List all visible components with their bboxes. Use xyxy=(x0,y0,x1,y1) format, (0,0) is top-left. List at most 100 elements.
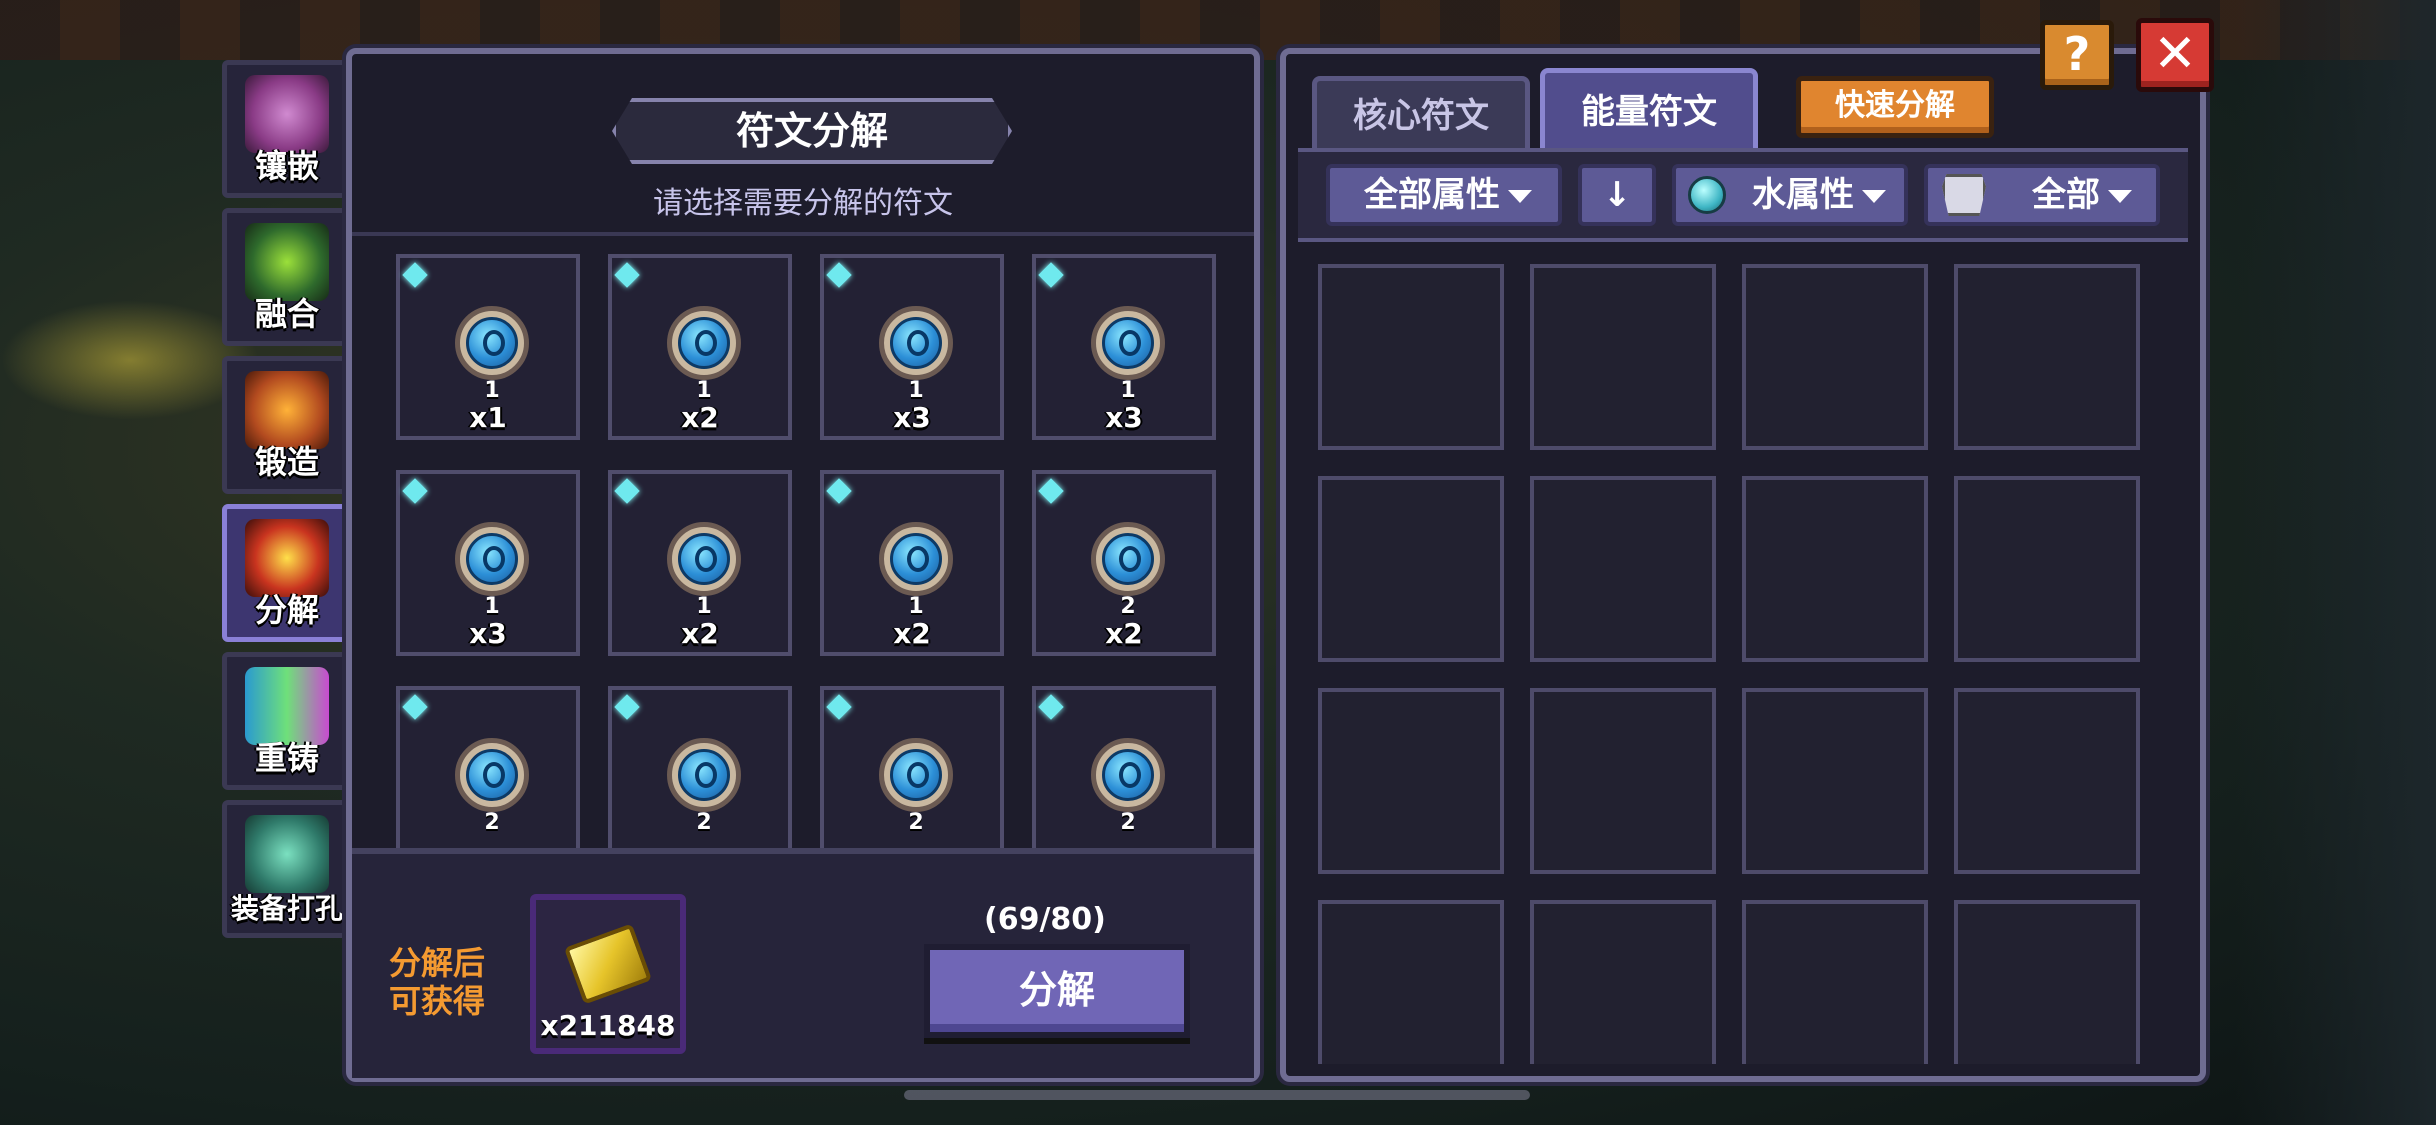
reward-slot[interactable]: x211848 xyxy=(530,894,686,1054)
rune-slot[interactable]: 1 x2 xyxy=(820,470,1004,656)
rune-level: 1 xyxy=(484,594,500,619)
rarity-gem-icon xyxy=(826,262,852,288)
filter-bar: 全部属性 ↓ 水属性 全部 xyxy=(1298,148,2188,242)
nav-item-socket-punch[interactable]: 装备打孔 xyxy=(222,800,352,938)
water-rune-icon xyxy=(1091,738,1165,812)
attribute-filter-label: 全部属性 xyxy=(1364,175,1500,215)
nav-item-label: 融合 xyxy=(254,295,319,333)
water-rune-icon xyxy=(879,522,953,596)
monster-type-icon xyxy=(1942,174,1986,216)
rarity-gem-icon xyxy=(614,478,640,504)
rarity-gem-icon xyxy=(1038,694,1064,720)
empty-rune-slot[interactable] xyxy=(1742,900,1928,1064)
empty-rune-slot[interactable] xyxy=(1530,900,1716,1064)
close-button[interactable]: ✕ xyxy=(2136,18,2214,92)
help-button[interactable]: ? xyxy=(2040,20,2114,90)
tab-core-runes[interactable]: 核心符文 xyxy=(1312,76,1530,148)
rune-symbol xyxy=(483,762,505,788)
sort-button[interactable]: ↓ xyxy=(1578,164,1656,226)
empty-rune-slot[interactable] xyxy=(1318,476,1504,662)
divider xyxy=(352,232,1254,236)
rune-quantity: x3 xyxy=(1105,401,1143,434)
nav-item-decompose[interactable]: 分解 xyxy=(222,504,352,642)
rune-symbol xyxy=(483,330,505,356)
rarity-gem-icon xyxy=(614,262,640,288)
type-filter-label: 全部 xyxy=(2032,175,2100,215)
capacity-counter: (69/80) xyxy=(984,902,1106,937)
reward-quantity: x211848 xyxy=(540,1009,676,1042)
nav-item-fusion[interactable]: 融合 xyxy=(222,208,352,346)
rune-level: 1 xyxy=(1120,378,1136,403)
gold-scroll-icon xyxy=(563,923,653,1005)
rune-level: 2 xyxy=(484,810,500,835)
rune-slot[interactable]: 1 x3 xyxy=(1032,254,1216,440)
background-right-shade xyxy=(2236,0,2436,1125)
rune-slot[interactable]: 2 xyxy=(396,686,580,872)
rune-quantity: x2 xyxy=(1105,617,1143,650)
rune-symbol xyxy=(695,762,717,788)
rarity-gem-icon xyxy=(826,478,852,504)
empty-rune-slot[interactable] xyxy=(1318,688,1504,874)
nav-item-inlay[interactable]: 镶嵌 xyxy=(222,60,352,198)
empty-rune-slot[interactable] xyxy=(1318,900,1504,1064)
chevron-down-icon xyxy=(1508,190,1532,203)
water-rune-icon xyxy=(1091,306,1165,380)
nav-item-recast[interactable]: 重铸 xyxy=(222,652,352,790)
rune-face xyxy=(1102,749,1154,801)
empty-rune-slot[interactable] xyxy=(1954,264,2140,450)
rune-slot[interactable]: 1 x3 xyxy=(396,470,580,656)
rune-slot[interactable]: 2 x2 xyxy=(1032,470,1216,656)
rune-symbol xyxy=(1119,762,1141,788)
rune-quantity: x2 xyxy=(893,617,931,650)
water-rune-icon xyxy=(1091,522,1165,596)
rarity-gem-icon xyxy=(614,694,640,720)
empty-rune-slot[interactable] xyxy=(1742,264,1928,450)
nav-item-label: 镶嵌 xyxy=(254,147,319,185)
rune-face xyxy=(890,317,942,369)
home-indicator xyxy=(904,1090,1530,1100)
rune-level: 1 xyxy=(908,594,924,619)
rune-slot[interactable]: 1 x2 xyxy=(608,470,792,656)
rarity-gem-icon xyxy=(402,262,428,288)
nav-item-label: 重铸 xyxy=(254,739,319,777)
rune-level: 2 xyxy=(1120,594,1136,619)
rune-symbol xyxy=(1119,330,1141,356)
empty-rune-slot[interactable] xyxy=(1530,476,1716,662)
empty-rune-slot[interactable] xyxy=(1742,476,1928,662)
rune-face xyxy=(678,317,730,369)
rune-slot[interactable]: 1 x3 xyxy=(820,254,1004,440)
empty-rune-slot[interactable] xyxy=(1954,688,2140,874)
rune-slot[interactable]: 1 x1 xyxy=(396,254,580,440)
empty-rune-slot[interactable] xyxy=(1530,264,1716,450)
water-rune-icon xyxy=(879,738,953,812)
type-filter-dropdown[interactable]: 全部 xyxy=(1924,164,2160,226)
nav-item-forge[interactable]: 锻造 xyxy=(222,356,352,494)
rune-level: 1 xyxy=(484,378,500,403)
element-filter-dropdown[interactable]: 水属性 xyxy=(1672,164,1908,226)
rune-quantity: x3 xyxy=(893,401,931,434)
empty-rune-slot[interactable] xyxy=(1954,476,2140,662)
rune-slot[interactable]: 1 x2 xyxy=(608,254,792,440)
nav-item-label: 分解 xyxy=(254,591,319,629)
rune-face xyxy=(466,749,518,801)
water-rune-icon xyxy=(667,306,741,380)
rune-inventory-panel: 核心符文 能量符文 快速分解 全部属性 ↓ 水属性 全部 xyxy=(1280,48,2206,1082)
quick-decompose-button[interactable]: 快速分解 xyxy=(1796,76,1994,138)
empty-rune-slot[interactable] xyxy=(1530,688,1716,874)
rune-slot[interactable]: 2 xyxy=(820,686,1004,872)
attribute-filter-dropdown[interactable]: 全部属性 xyxy=(1326,164,1562,226)
socket-punch-icon xyxy=(245,815,329,893)
decompose-button[interactable]: 分解 xyxy=(924,944,1190,1038)
rune-level: 1 xyxy=(908,378,924,403)
empty-rune-slot[interactable] xyxy=(1954,900,2140,1064)
rune-inventory-grid xyxy=(1318,264,2160,1064)
empty-rune-slot[interactable] xyxy=(1742,688,1928,874)
rune-face xyxy=(890,749,942,801)
rune-face xyxy=(678,533,730,585)
tab-energy-runes[interactable]: 能量符文 xyxy=(1540,68,1758,148)
rune-slot[interactable]: 2 xyxy=(1032,686,1216,872)
rune-slot[interactable]: 2 xyxy=(608,686,792,872)
water-rune-icon xyxy=(879,306,953,380)
empty-rune-slot[interactable] xyxy=(1318,264,1504,450)
rune-face xyxy=(678,749,730,801)
